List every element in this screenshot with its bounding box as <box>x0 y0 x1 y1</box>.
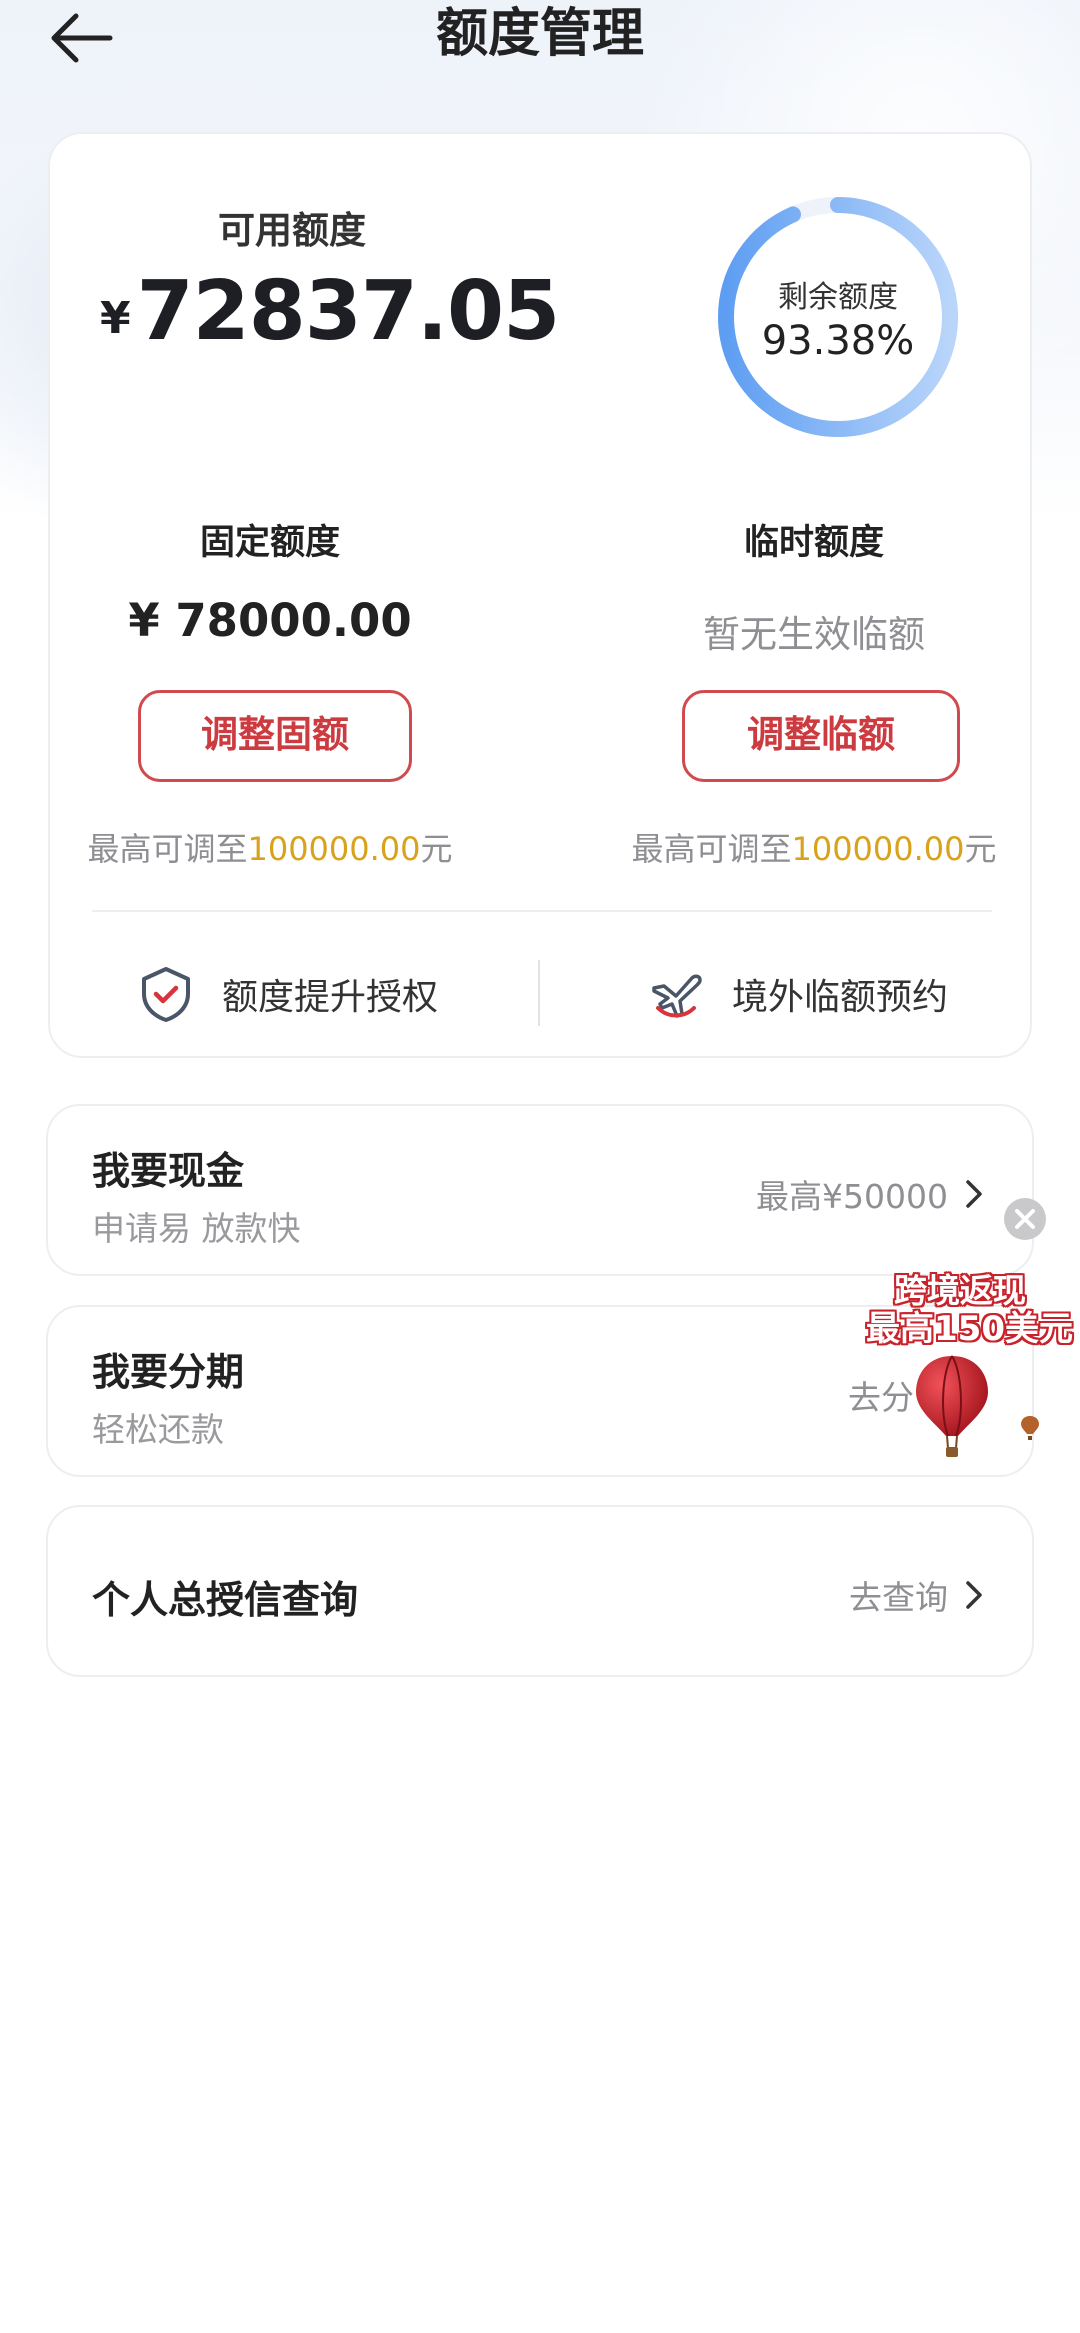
chevron-right-icon <box>966 1180 982 1208</box>
adjust-fixed-button[interactable]: 调整固额 <box>138 690 412 782</box>
cash-service-card[interactable]: 我要现金 申请易 放款快 最高¥50000 <box>46 1104 1034 1276</box>
fixed-max-prefix: 最高可调至 <box>87 830 248 868</box>
link-divider <box>538 960 540 1026</box>
close-ad-button[interactable] <box>1004 1198 1046 1240</box>
ad-line-1: 跨境返现 <box>894 1271 1026 1310</box>
temporary-max-suffix: 元 <box>964 830 997 868</box>
remaining-quota-ring: 剩余额度 93.38% <box>713 192 963 442</box>
top-bar: 额度管理 <box>0 0 1080 80</box>
quota-raise-authorization-link[interactable]: 额度提升授权 <box>136 956 438 1032</box>
chevron-right-icon <box>966 1581 982 1609</box>
currency-symbol: ¥ <box>100 293 131 344</box>
overseas-temporary-reservation-link[interactable]: 境外临额预约 <box>646 956 948 1032</box>
hot-air-balloon-icon <box>916 1355 1039 1457</box>
fixed-quota-label: 固定额度 <box>199 523 340 563</box>
temporary-quota-label: 临时额度 <box>743 523 884 563</box>
credit-query-link-label: 去查询 <box>849 1578 948 1617</box>
available-quota-label: 可用额度 <box>218 209 366 252</box>
fixed-max-hint: 最高可调至100000.00元 <box>50 824 490 870</box>
shield-check-icon <box>142 967 190 1022</box>
remaining-quota-percent: 93.38% <box>761 318 915 364</box>
ad-line-2: 最高150美元 <box>866 1309 1073 1349</box>
fixed-max-value: 100000.00 <box>247 830 421 868</box>
credit-query-link[interactable]: 去查询 <box>849 1571 984 1619</box>
ring-progress-arc <box>718 197 958 437</box>
cash-max-label: 最高¥50000 <box>756 1177 948 1216</box>
quota-card: 可用额度 ¥72837.05 剩余额度 93.38% 固定额度 ¥ 78000.… <box>48 132 1032 1058</box>
quota-raise-authorization-label: 额度提升授权 <box>222 977 439 1018</box>
fixed-quota-amount: ¥ 78000.00 <box>128 594 412 647</box>
overseas-temporary-reservation-label: 境外临额预约 <box>732 977 949 1018</box>
credit-query-title: 个人总授信查询 <box>92 1578 359 1622</box>
page-title: 额度管理 <box>435 4 644 64</box>
installment-title: 我要分期 <box>92 1350 245 1394</box>
credit-query-card[interactable]: 个人总授信查询 去查询 <box>46 1505 1034 1677</box>
temporary-max-value: 100000.00 <box>791 830 965 868</box>
installment-subtitle: 轻松还款 <box>92 1410 224 1449</box>
remaining-quota-label: 剩余额度 <box>778 280 898 315</box>
cash-title: 我要现金 <box>92 1149 245 1193</box>
temporary-quota-status: 暂无生效临额 <box>703 613 925 656</box>
cash-subtitle: 申请易 放款快 <box>92 1209 301 1248</box>
cashback-floating-ad[interactable]: 跨境返现 最高150美元 <box>866 1271 1073 1462</box>
progress-ring <box>718 197 958 437</box>
fixed-max-suffix: 元 <box>420 830 453 868</box>
available-amount-value: 72837.05 <box>136 264 561 359</box>
airplane-icon <box>652 974 702 1018</box>
adjust-temporary-button[interactable]: 调整临额 <box>682 690 960 782</box>
temporary-max-prefix: 最高可调至 <box>631 830 792 868</box>
close-icon <box>1015 1209 1035 1229</box>
cash-max-link[interactable]: 最高¥50000 <box>756 1170 984 1218</box>
card-divider <box>92 910 992 912</box>
available-quota-amount: ¥72837.05 <box>100 264 561 359</box>
temporary-max-hint: 最高可调至100000.00元 <box>594 824 1034 870</box>
